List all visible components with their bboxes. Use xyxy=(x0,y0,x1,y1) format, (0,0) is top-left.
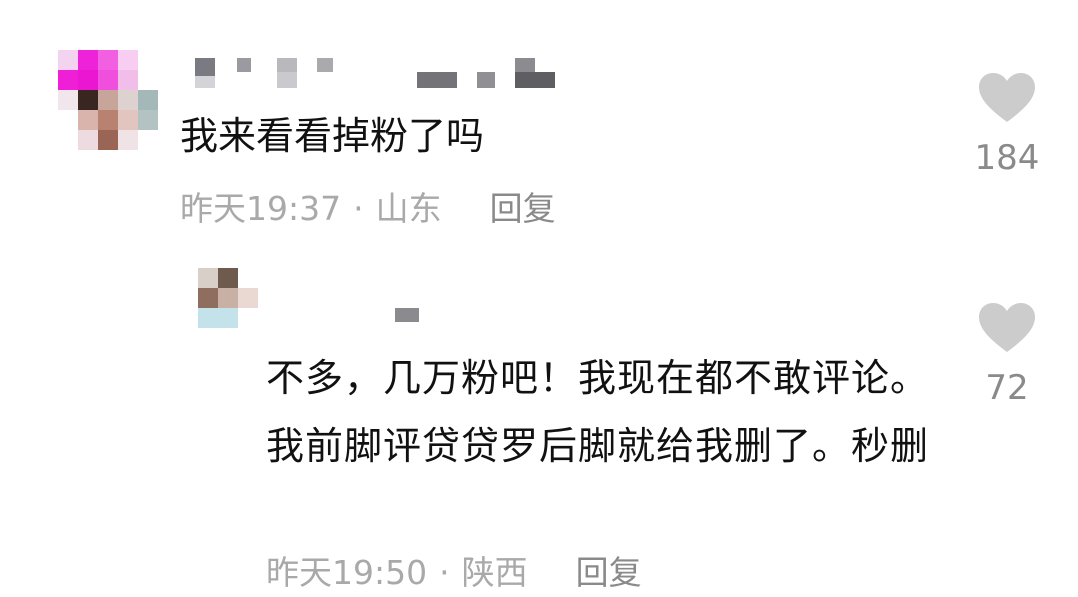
meta-separator: · xyxy=(439,553,450,592)
heart-icon[interactable] xyxy=(978,302,1036,354)
reply-button[interactable]: 回复 xyxy=(576,553,642,592)
comment-time: 昨天19:37 xyxy=(180,189,342,228)
like-button[interactable]: 72 xyxy=(972,302,1042,408)
avatar[interactable] xyxy=(58,50,158,150)
comment-meta: 昨天19:50 · 陕西 回复 xyxy=(266,556,642,589)
comment-location: 陕西 xyxy=(461,553,528,592)
like-count: 184 xyxy=(974,138,1040,178)
username[interactable] xyxy=(195,50,560,90)
meta-separator: · xyxy=(353,189,364,228)
reply-button[interactable]: 回复 xyxy=(490,189,556,228)
comment-text: 我来看看掉粉了吗 xyxy=(180,114,485,158)
avatar[interactable] xyxy=(198,268,258,328)
comment-meta: 昨天19:37 · 山东 回复 xyxy=(180,192,556,225)
like-count: 72 xyxy=(985,368,1029,408)
username[interactable] xyxy=(395,308,419,322)
like-button[interactable]: 184 xyxy=(972,72,1042,178)
comment-location: 山东 xyxy=(375,189,442,228)
comment-text: 不多，几万粉吧！我现在都不敢评论。我前脚评贷贷罗后脚就给我删了。秒删 xyxy=(266,356,930,468)
comment-time: 昨天19:50 xyxy=(266,553,428,592)
heart-icon[interactable] xyxy=(978,72,1036,124)
